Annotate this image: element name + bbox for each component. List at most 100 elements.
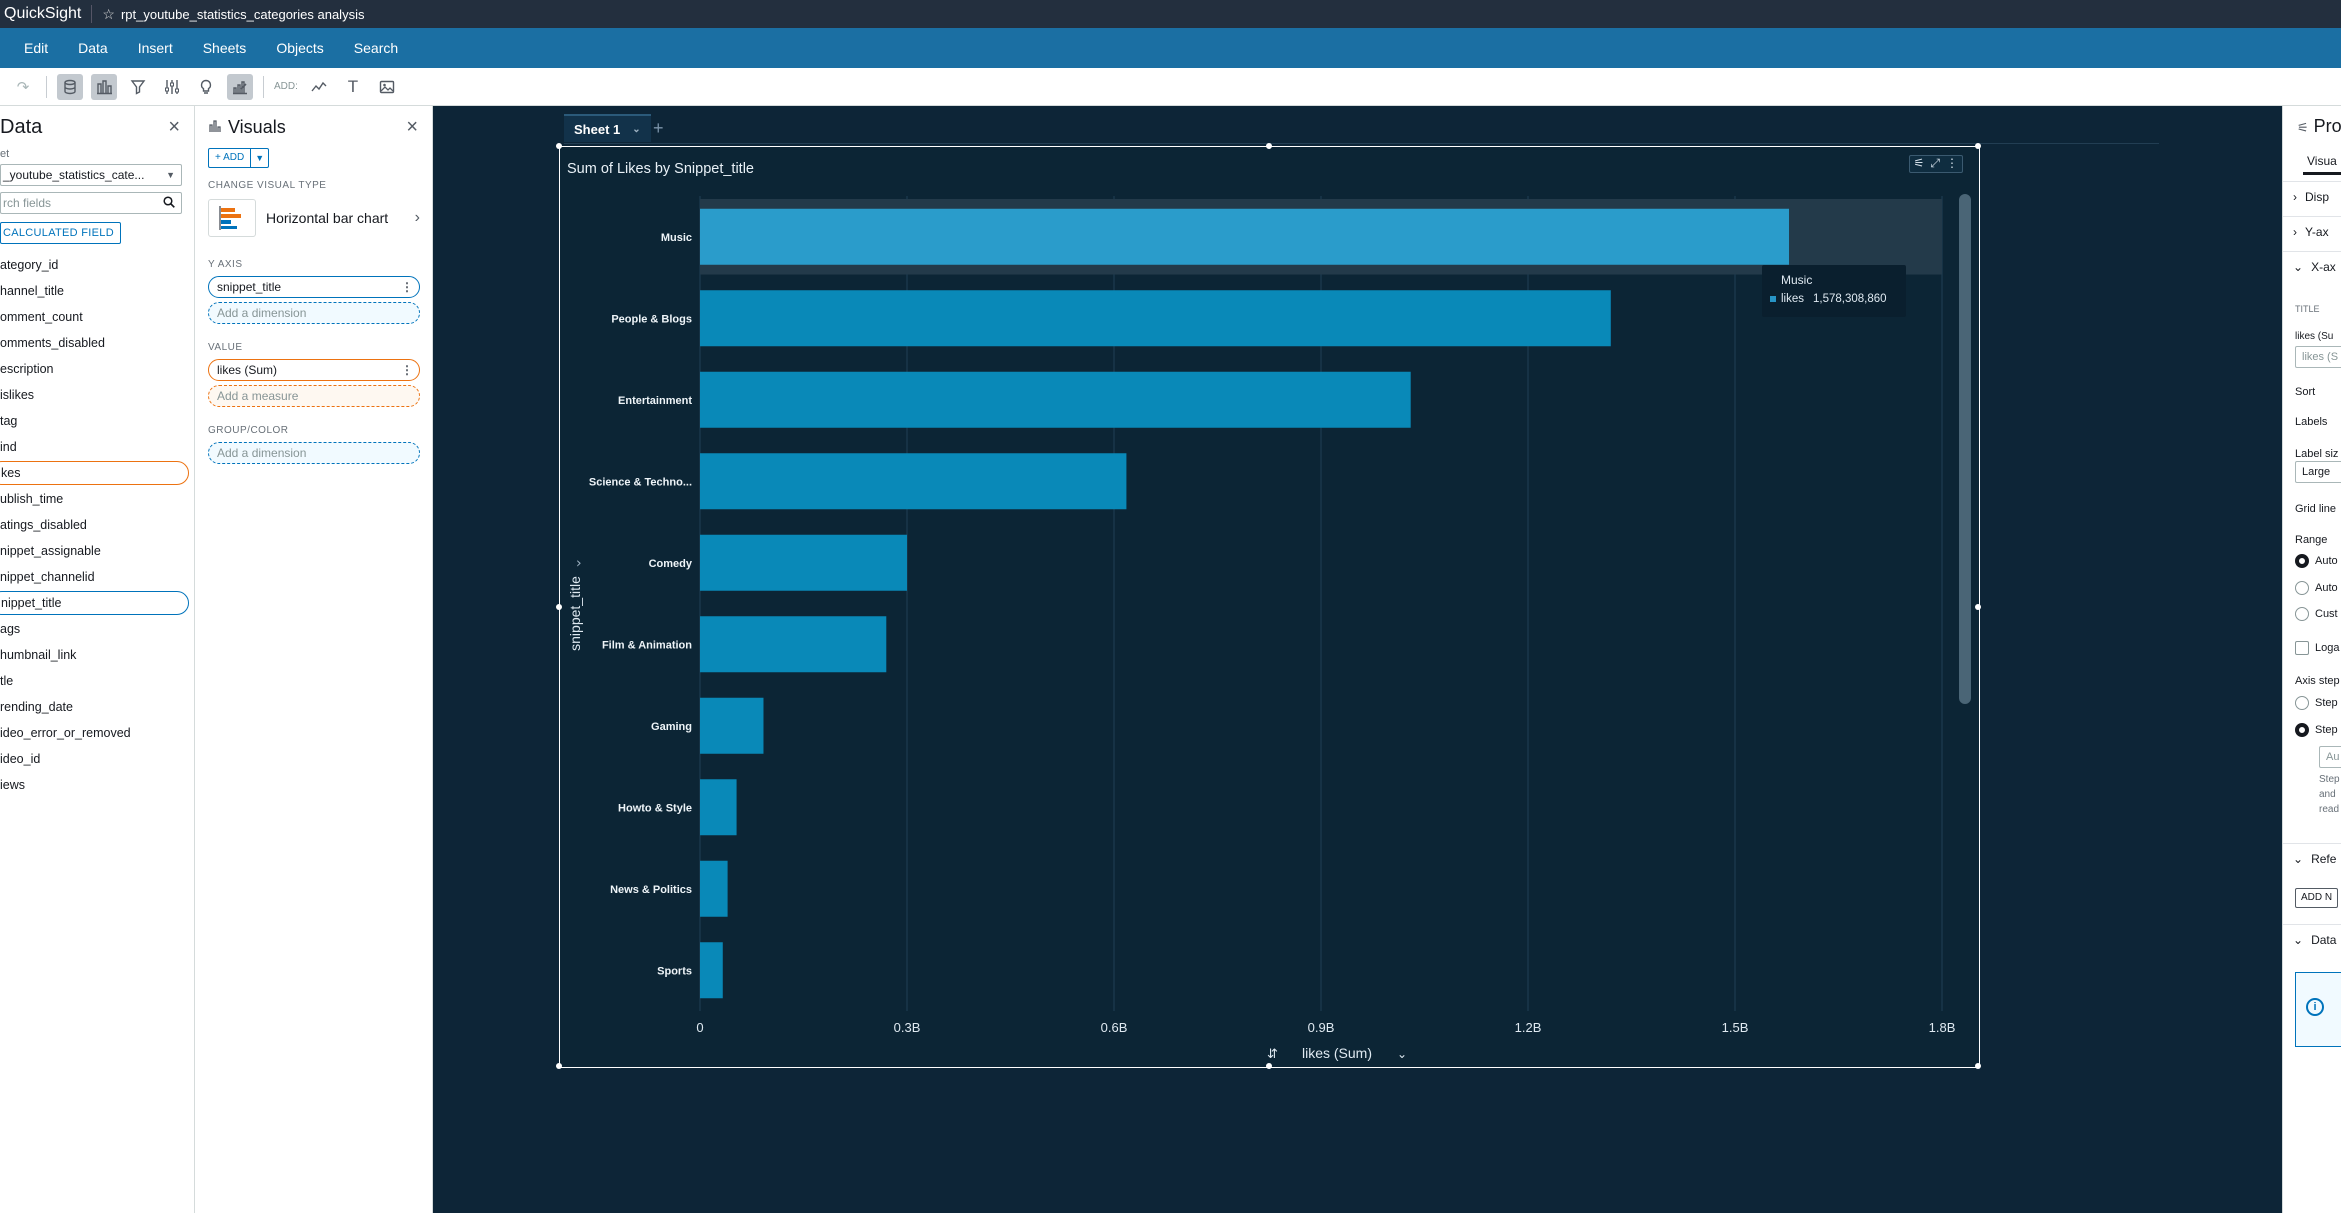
visual-container[interactable]: Sum of Likes by Snippet_title ⚟ ⤢ ⋮ Musi… bbox=[556, 143, 1981, 1069]
field-item[interactable]: ags bbox=[0, 616, 189, 642]
range-radio[interactable] bbox=[2295, 554, 2309, 568]
y-axis-field: snippet_title bbox=[217, 280, 282, 294]
chevron-down-icon[interactable]: ⌄ bbox=[632, 124, 640, 135]
step-help-text: read bbox=[2319, 804, 2340, 815]
field-item[interactable]: nippet_assignable bbox=[0, 538, 189, 564]
menu-objects[interactable]: Objects bbox=[276, 40, 323, 56]
log-scale-checkbox[interactable] bbox=[2295, 641, 2309, 655]
group-color-dropzone[interactable]: Add a dimension bbox=[208, 442, 420, 464]
field-item[interactable]: escription bbox=[0, 356, 189, 382]
data-pane-toggle-icon[interactable] bbox=[57, 73, 83, 100]
field-item[interactable]: islikes bbox=[0, 382, 189, 408]
add-line-chart-icon[interactable] bbox=[306, 74, 332, 100]
chart-scrollbar[interactable] bbox=[1959, 194, 1971, 704]
x-tick-label: 0.6B bbox=[1101, 1020, 1128, 1035]
field-item[interactable]: omments_disabled bbox=[0, 330, 189, 356]
field-item[interactable]: tag bbox=[0, 408, 189, 434]
section-reference-lines[interactable]: ⌄ Refe bbox=[2283, 843, 2341, 873]
menu-search[interactable]: Search bbox=[354, 40, 398, 56]
field-item-selected-dimension[interactable]: nippet_title bbox=[0, 591, 189, 615]
more-options-icon[interactable]: ⋮ bbox=[401, 363, 413, 377]
field-item[interactable]: ideo_id bbox=[0, 746, 189, 772]
step-input[interactable]: Au bbox=[2319, 746, 2341, 768]
dataset-value: _youtube_statistics_cate... bbox=[3, 168, 145, 182]
filter-icon[interactable] bbox=[125, 74, 151, 100]
properties-pane: ⚟ Pro Visua › Disp › Y-ax ⌄ X-ax TITLE l… bbox=[2282, 106, 2341, 1213]
x-tick-labels: 0 0.3B 0.6B 0.9B 1.2B 1.5B 1.8B bbox=[696, 1020, 1955, 1035]
field-item[interactable]: atings_disabled bbox=[0, 512, 189, 538]
menu-edit[interactable]: Edit bbox=[24, 40, 48, 56]
field-item[interactable]: rending_date bbox=[0, 694, 189, 720]
add-calculated-field-button[interactable]: CALCULATED FIELD bbox=[0, 222, 121, 244]
field-item[interactable]: ideo_error_or_removed bbox=[0, 720, 189, 746]
x-tick-label: 1.2B bbox=[1515, 1020, 1542, 1035]
axis-title-input[interactable]: likes (S bbox=[2295, 346, 2341, 368]
field-item[interactable]: ublish_time bbox=[0, 486, 189, 512]
section-data-labels[interactable]: ⌄ Data bbox=[2283, 924, 2341, 954]
visual-type-selector[interactable]: Horizontal bar chart › bbox=[208, 197, 432, 239]
range-radio[interactable] bbox=[2295, 581, 2309, 595]
format-visual-icon[interactable] bbox=[227, 73, 253, 100]
section-y-axis[interactable]: › Y-ax bbox=[2283, 216, 2341, 246]
parameters-icon[interactable] bbox=[159, 74, 185, 100]
insights-icon[interactable] bbox=[193, 74, 219, 100]
field-item[interactable]: omment_count bbox=[0, 304, 189, 330]
bar bbox=[700, 290, 1611, 347]
category-label: Music bbox=[661, 232, 692, 244]
field-item[interactable]: tle bbox=[0, 668, 189, 694]
caret-down-icon[interactable]: ▼ bbox=[251, 148, 270, 168]
field-item[interactable]: ind bbox=[0, 434, 189, 460]
add-text-icon[interactable]: T bbox=[340, 74, 366, 100]
chevron-right-icon: › bbox=[2293, 224, 2297, 239]
add-dimension-dropzone[interactable]: Add a dimension bbox=[208, 302, 420, 324]
brand-logo[interactable]: QuickSight bbox=[0, 5, 93, 23]
field-item[interactable]: hannel_title bbox=[0, 278, 189, 304]
field-item[interactable]: humbnail_link bbox=[0, 642, 189, 668]
step-radio[interactable] bbox=[2295, 696, 2309, 710]
range-option-label: Auto bbox=[2315, 582, 2338, 594]
value-field: likes (Sum) bbox=[217, 363, 278, 377]
tooltip-field: likes bbox=[1781, 293, 1805, 305]
menu-sheets[interactable]: Sheets bbox=[203, 40, 247, 56]
section-x-axis[interactable]: ⌄ X-ax bbox=[2283, 251, 2341, 281]
toolbar-divider bbox=[46, 75, 47, 98]
visuals-pane-toggle-icon[interactable] bbox=[91, 73, 117, 100]
section-display[interactable]: › Disp bbox=[2283, 181, 2341, 211]
range-radio[interactable] bbox=[2295, 607, 2309, 621]
bar bbox=[700, 616, 887, 673]
category-label: Science & Techno... bbox=[589, 476, 692, 488]
field-item[interactable]: ategory_id bbox=[0, 252, 189, 278]
tab-visual[interactable]: Visua bbox=[2307, 154, 2337, 168]
add-visual-button[interactable]: + ADD bbox=[208, 148, 252, 168]
category-label: Entertainment bbox=[618, 395, 692, 407]
more-options-icon[interactable]: ⋮ bbox=[401, 280, 413, 294]
grid-lines-label: Grid line bbox=[2295, 503, 2336, 515]
y-axis-field-well[interactable]: snippet_title ⋮ bbox=[208, 276, 420, 298]
field-item[interactable]: iews bbox=[0, 772, 189, 798]
favorite-star-icon[interactable]: ☆ bbox=[102, 6, 115, 23]
field-item-selected-measure[interactable]: kes bbox=[0, 461, 189, 485]
tab-sheet-1[interactable]: Sheet 1 ⌄ bbox=[564, 114, 651, 142]
step-radio[interactable] bbox=[2295, 723, 2309, 737]
search-icon bbox=[163, 195, 175, 211]
bar bbox=[700, 779, 737, 836]
dataset-select[interactable]: _youtube_statistics_cate... ▼ bbox=[0, 164, 182, 186]
add-sheet-button[interactable]: + bbox=[653, 114, 664, 142]
menu-insert[interactable]: Insert bbox=[138, 40, 173, 56]
add-measure-dropzone[interactable]: Add a measure bbox=[208, 385, 420, 407]
close-icon[interactable]: × bbox=[168, 116, 180, 139]
section-data-label: Data bbox=[2311, 932, 2337, 947]
value-field-well[interactable]: likes (Sum) ⋮ bbox=[208, 359, 420, 381]
analysis-title[interactable]: rpt_youtube_statistics_categories analys… bbox=[121, 7, 365, 22]
add-image-icon[interactable] bbox=[374, 74, 400, 100]
add-reference-line-button[interactable]: ADD N bbox=[2295, 888, 2339, 908]
data-pane-title: Data bbox=[0, 115, 43, 138]
redo-icon[interactable]: ↷ bbox=[10, 74, 36, 100]
chevron-right-icon[interactable]: › bbox=[415, 209, 420, 227]
field-item[interactable]: nippet_channelid bbox=[0, 564, 189, 590]
close-icon[interactable]: × bbox=[406, 116, 418, 139]
field-search-input[interactable]: rch fields bbox=[0, 192, 182, 214]
label-size-select[interactable]: Large bbox=[2295, 461, 2341, 483]
menu-data[interactable]: Data bbox=[78, 40, 108, 56]
properties-title-wrap: ⚟ Pro bbox=[2297, 116, 2341, 137]
